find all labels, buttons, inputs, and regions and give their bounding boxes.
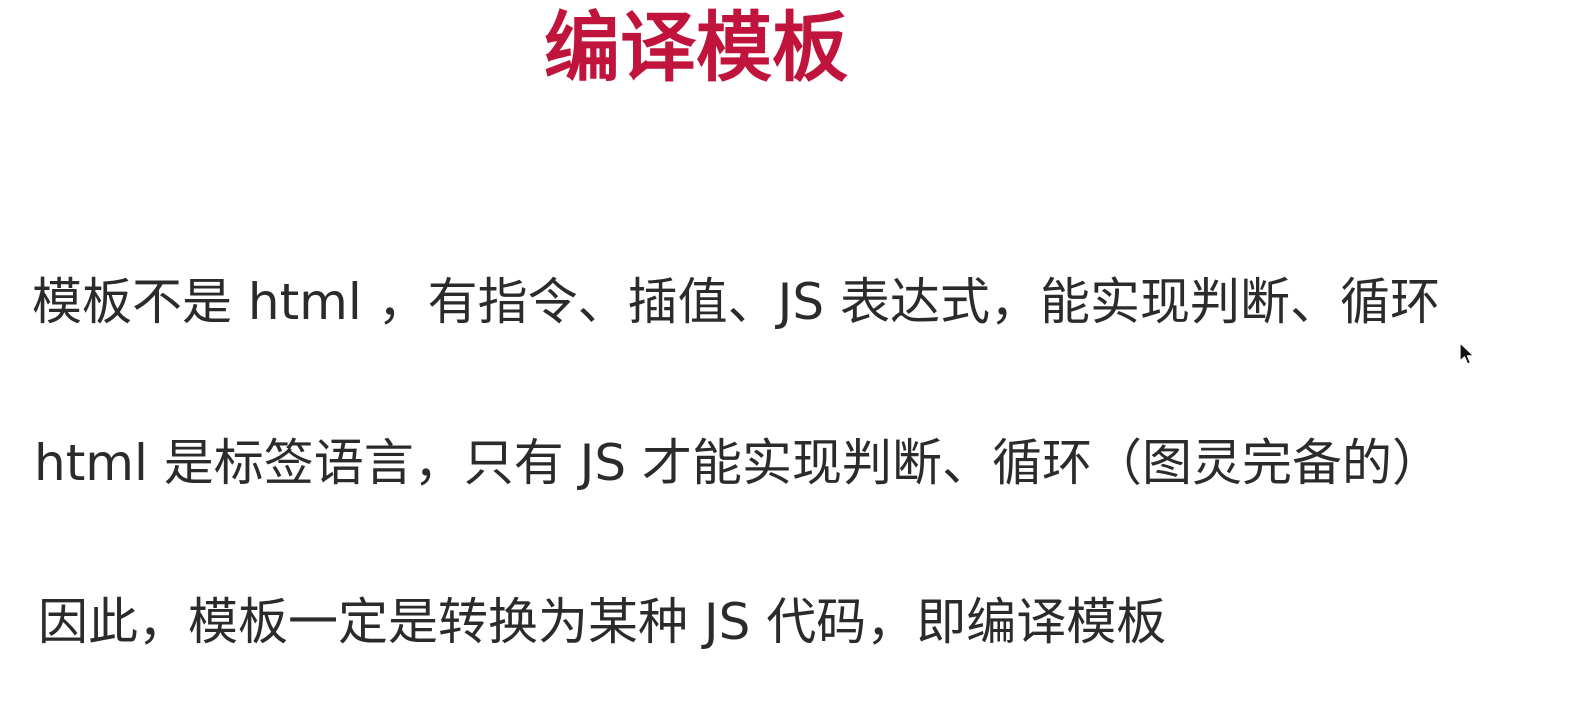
text-line-3: 因此，模板一定是转换为某种 JS 代码，即编译模板 bbox=[38, 593, 1167, 651]
slide-title: 编译模板 bbox=[544, 3, 848, 92]
text-line-2: html 是标签语言，只有 JS 才能实现判断、循环（图灵完备的） bbox=[34, 434, 1443, 492]
slide: 编译模板 模板不是 html ，有指令、插值、JS 表达式，能实现判断、循环 h… bbox=[0, 0, 1574, 701]
text-line-1: 模板不是 html ，有指令、插值、JS 表达式，能实现判断、循环 bbox=[32, 273, 1441, 331]
mouse-pointer-icon bbox=[1459, 342, 1475, 365]
